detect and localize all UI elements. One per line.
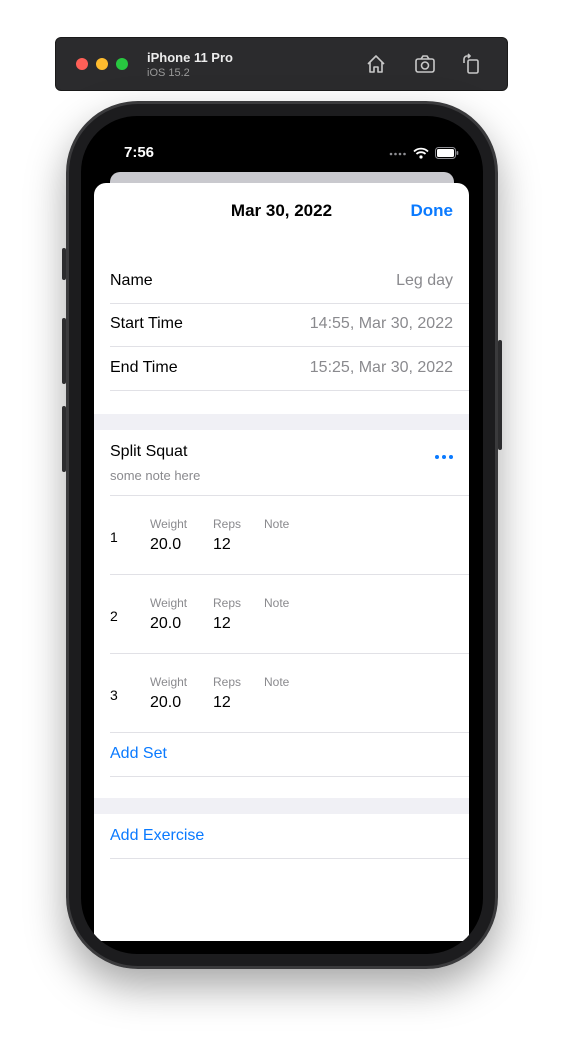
- reps-value: 12: [213, 536, 231, 553]
- status-time: 7:56: [124, 144, 155, 161]
- start-time-row[interactable]: Start Time 14:55, Mar 30, 2022: [110, 304, 469, 347]
- exercise-note: some note here: [110, 468, 201, 483]
- done-button[interactable]: Done: [411, 201, 454, 221]
- screenshot-icon[interactable]: [414, 53, 436, 75]
- zoom-window-button[interactable]: [116, 58, 128, 70]
- status-icons: [389, 146, 459, 160]
- name-label: Name: [110, 272, 153, 289]
- note-header: Note: [264, 675, 290, 689]
- battery-icon: [435, 147, 459, 159]
- reps-header: Reps: [213, 517, 242, 531]
- section-separator: [94, 414, 469, 430]
- mute-switch: [62, 248, 66, 280]
- start-time-label: Start Time: [110, 315, 183, 332]
- set-number: 2: [110, 608, 118, 624]
- add-set-button[interactable]: Add Set: [110, 745, 167, 763]
- end-time-value: 15:25, Mar 30, 2022: [309, 359, 453, 376]
- volume-up-button: [62, 318, 66, 384]
- weight-value: 20.0: [150, 694, 182, 711]
- weight-header: Weight: [150, 596, 188, 610]
- note-header: Note: [264, 517, 290, 531]
- reps-header: Reps: [213, 675, 242, 689]
- signal-icon: [389, 152, 406, 156]
- workout-sheet: Mar 30, 2022 Done Name Leg day Start Tim…: [94, 183, 469, 941]
- section-separator: [94, 798, 469, 814]
- add-exercise-row[interactable]: Add Exercise: [110, 815, 469, 859]
- note-header: Note: [264, 596, 290, 610]
- ellipsis-icon[interactable]: [435, 455, 453, 459]
- end-time-row[interactable]: End Time 15:25, Mar 30, 2022: [110, 348, 469, 391]
- weight-value: 20.0: [150, 615, 182, 632]
- add-set-row[interactable]: Add Set: [110, 733, 469, 777]
- weight-value: 20.0: [150, 536, 182, 553]
- reps-value: 12: [213, 694, 231, 711]
- volume-down-button: [62, 406, 66, 472]
- name-row[interactable]: Name Leg day: [110, 261, 469, 304]
- simulator-toolbar: iPhone 11 Pro iOS 15.2: [55, 37, 508, 91]
- set-number: 1: [110, 529, 118, 545]
- set-row[interactable]: 3 Weight Reps Note 20.0 12: [110, 654, 469, 733]
- wifi-icon: [413, 147, 429, 159]
- simulator-os-version: iOS 15.2: [147, 67, 190, 79]
- weight-header: Weight: [150, 517, 188, 531]
- set-row[interactable]: 1 Weight Reps Note 20.0 12: [110, 496, 469, 575]
- set-row[interactable]: 2 Weight Reps Note 20.0 12: [110, 575, 469, 654]
- simulator-device-name: iPhone 11 Pro: [147, 50, 233, 65]
- close-window-button[interactable]: [76, 58, 88, 70]
- end-time-label: End Time: [110, 359, 178, 376]
- weight-header: Weight: [150, 675, 188, 689]
- power-button: [498, 340, 502, 450]
- add-exercise-button[interactable]: Add Exercise: [110, 827, 204, 845]
- start-time-value: 14:55, Mar 30, 2022: [309, 315, 453, 332]
- home-icon[interactable]: [365, 53, 387, 75]
- reps-value: 12: [213, 615, 231, 632]
- exercise-name[interactable]: Split Squat: [110, 443, 187, 461]
- set-number: 3: [110, 687, 118, 703]
- rotate-icon[interactable]: [460, 53, 482, 75]
- name-value: Leg day: [396, 272, 453, 289]
- device-screen: 7:56 Mar 30, 2022 Done Name Leg day Star…: [81, 116, 483, 954]
- reps-header: Reps: [213, 596, 242, 610]
- minimize-window-button[interactable]: [96, 58, 108, 70]
